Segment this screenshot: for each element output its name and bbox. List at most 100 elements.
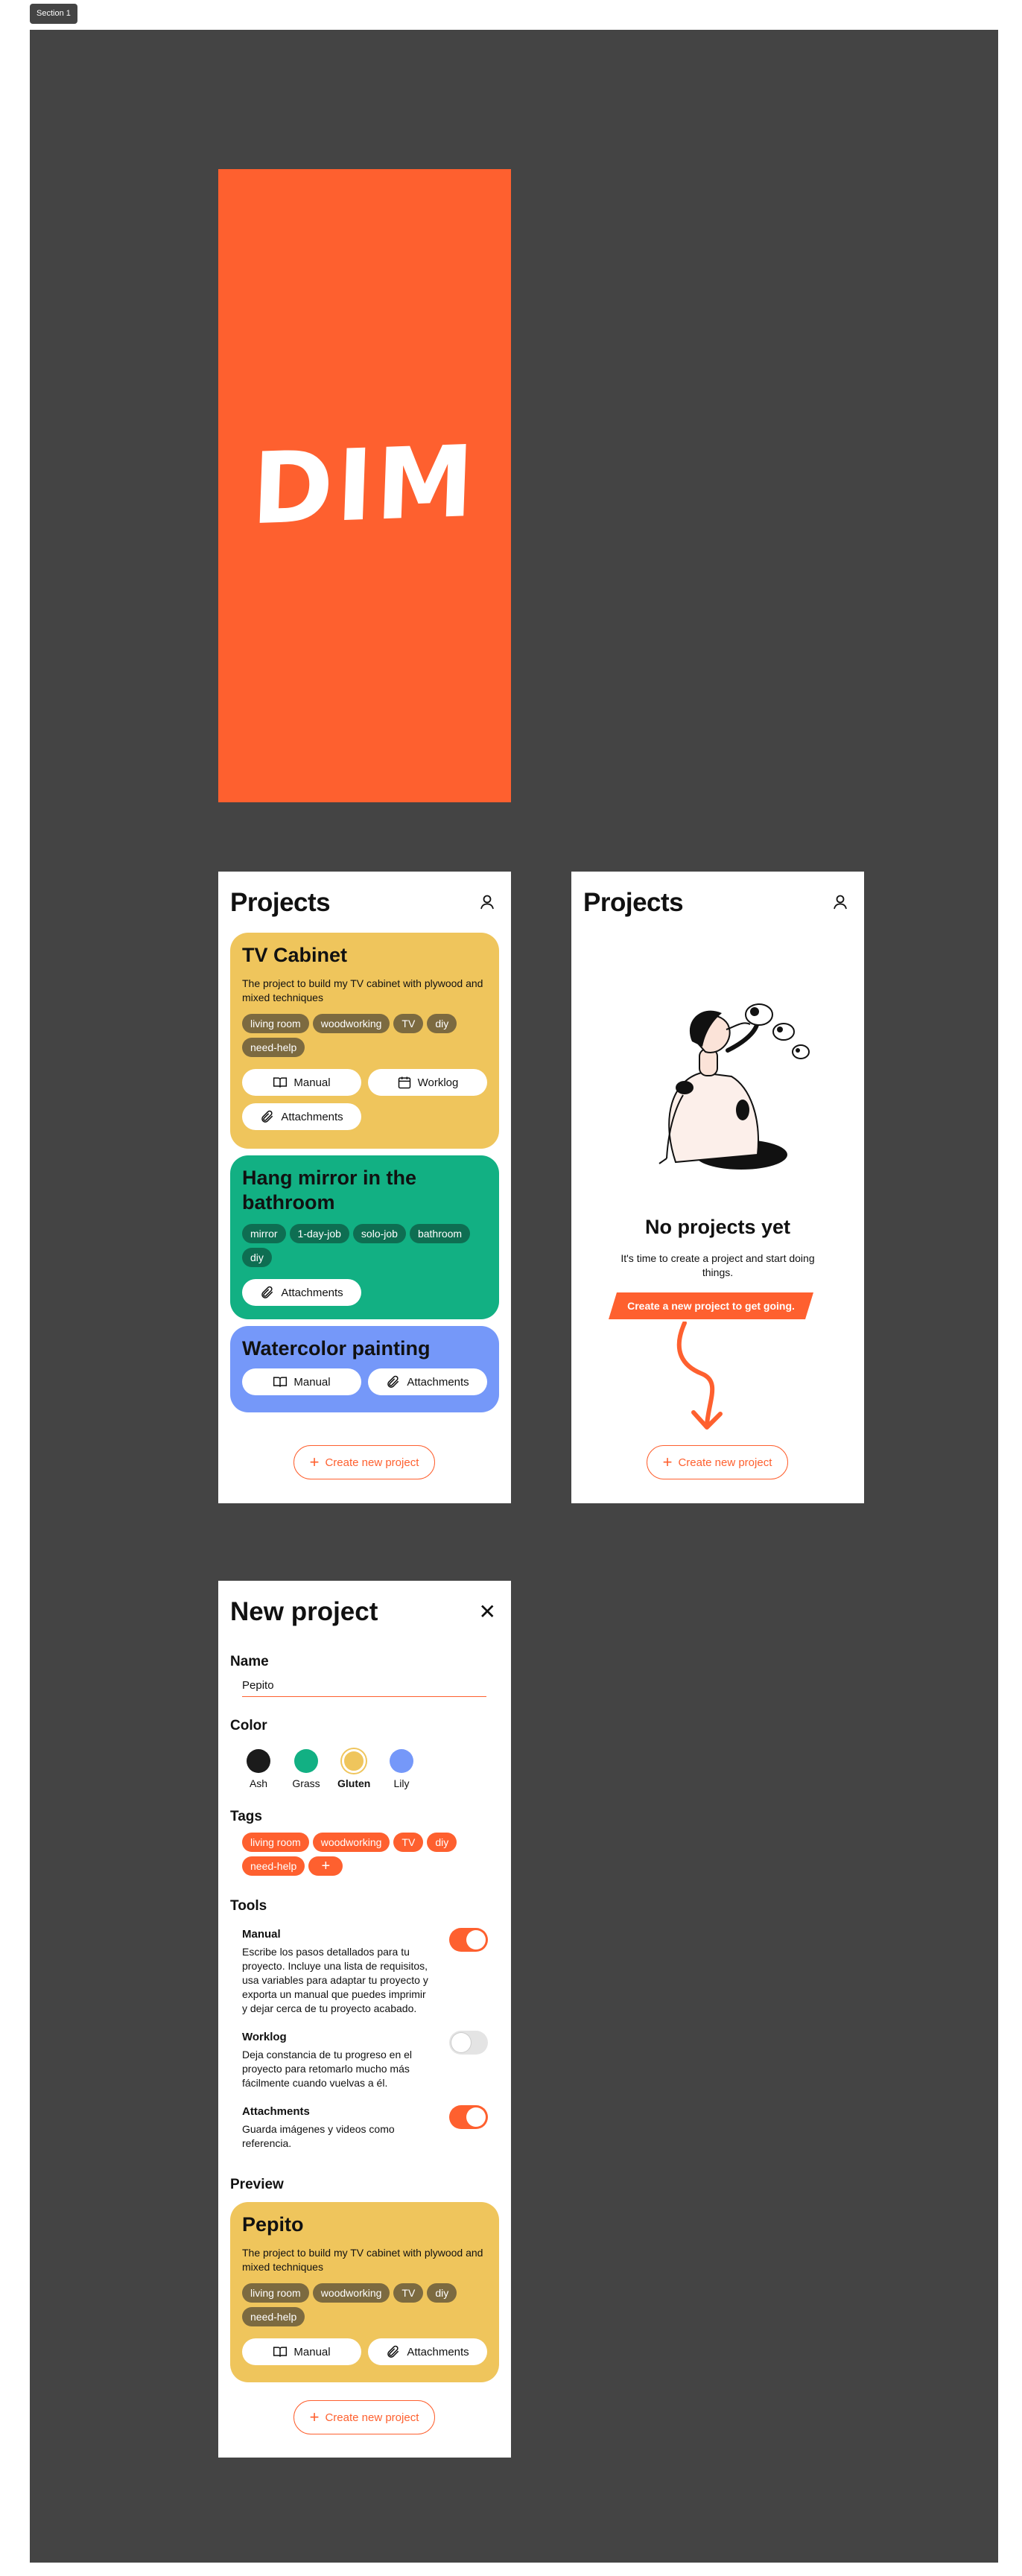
tool-attachments: Attachments Guarda imágenes y videos com… — [242, 2105, 488, 2151]
attachments-button[interactable]: Attachments — [368, 2338, 487, 2365]
app-logo: DIM — [250, 424, 480, 548]
tag-list: living room woodworking TV diy need-help — [242, 2283, 487, 2326]
button-label: Manual — [293, 2345, 331, 2358]
tag: 1-day-job — [289, 1224, 349, 1243]
create-project-button[interactable]: + Create new project — [293, 1445, 435, 1479]
card-description: The project to build my TV cabinet with … — [242, 977, 483, 1003]
paperclip-icon — [387, 2345, 399, 2358]
tool-buttons: Manual Attachments — [242, 2338, 487, 2365]
toggle-knob — [451, 2033, 471, 2052]
add-tag-button[interactable]: + — [308, 1856, 343, 1876]
card-title: Hang mirror in the bathroom — [242, 1167, 417, 1214]
tag[interactable]: woodworking — [312, 1833, 390, 1852]
button-label: Manual — [293, 1076, 331, 1089]
tag: bathroom — [409, 1224, 471, 1243]
color-picker: Ash Grass Gluten Lily — [242, 1749, 418, 1789]
splash-screen: DIM — [218, 169, 511, 802]
button-label: Worklog — [417, 1076, 459, 1089]
tag[interactable]: living room — [242, 1833, 309, 1852]
tag[interactable]: need-help — [242, 1856, 305, 1876]
button-label: Create new project — [678, 1456, 772, 1469]
arrow-down-icon — [676, 1322, 723, 1430]
tag[interactable]: TV — [393, 1833, 424, 1852]
color-swatch — [294, 1749, 318, 1773]
tool-description: Guarda imágenes y videos como referencia… — [242, 2123, 395, 2149]
button-label: Attachments — [281, 1286, 343, 1299]
tag: woodworking — [312, 1014, 390, 1033]
paperclip-icon — [387, 1375, 399, 1388]
project-card-hang-mirror[interactable]: Hang mirror in the bathroom mirror 1-day… — [230, 1155, 499, 1319]
attachments-toggle[interactable] — [449, 2105, 488, 2129]
button-label: Attachments — [407, 1375, 469, 1389]
tag-editor: living room woodworking TV diy need-help… — [242, 1833, 495, 1876]
tool-buttons: Attachments — [242, 1279, 487, 1306]
tags-label: Tags — [230, 1809, 262, 1824]
tag: need-help — [242, 1038, 305, 1057]
manual-toggle[interactable] — [449, 1928, 488, 1952]
attachments-button[interactable]: Attachments — [368, 1368, 487, 1395]
tag: diy — [427, 2283, 457, 2303]
button-label: Attachments — [281, 1110, 343, 1123]
projects-screen: Projects TV Cabinet The project to build… — [218, 872, 511, 1503]
tag-list: living room woodworking TV diy need-help — [242, 1014, 487, 1057]
manual-button[interactable]: Manual — [242, 2338, 361, 2365]
color-option-ash[interactable]: Ash — [242, 1749, 275, 1789]
book-icon — [273, 1377, 288, 1387]
worklog-toggle[interactable] — [449, 2031, 488, 2055]
paperclip-icon — [261, 1110, 273, 1123]
color-name: Gluten — [337, 1777, 371, 1789]
book-icon — [273, 1077, 288, 1088]
color-option-gluten[interactable]: Gluten — [337, 1749, 370, 1789]
manual-button[interactable]: Manual — [242, 1368, 361, 1395]
manual-button[interactable]: Manual — [242, 1069, 361, 1096]
preview-label: Preview — [230, 2177, 284, 2192]
tool-buttons: Manual Attachments — [242, 1368, 487, 1395]
color-swatch — [390, 1749, 413, 1773]
design-canvas: DIM Projects TV Cabinet The project to b… — [30, 30, 998, 2563]
color-name: Grass — [292, 1777, 320, 1789]
user-icon[interactable] — [831, 893, 849, 911]
attachments-button[interactable]: Attachments — [242, 1103, 361, 1130]
tag: solo-job — [352, 1224, 406, 1243]
user-icon[interactable] — [478, 893, 496, 911]
card-title: TV Cabinet — [242, 944, 348, 966]
section-label: Section 1 — [30, 4, 77, 24]
button-label: Create new project — [325, 1456, 419, 1469]
close-icon[interactable]: ✕ — [479, 1602, 496, 1622]
create-project-button[interactable]: + Create new project — [293, 2400, 435, 2434]
color-option-lily[interactable]: Lily — [385, 1749, 418, 1789]
tag: diy — [427, 1014, 457, 1033]
empty-state-heading: No projects yet — [644, 1216, 791, 1238]
project-card-tv-cabinet[interactable]: TV Cabinet The project to build my TV ca… — [230, 933, 499, 1149]
tool-buttons: Manual Worklog Attachments — [242, 1069, 487, 1130]
color-swatch — [247, 1749, 270, 1773]
button-label: Manual — [293, 1375, 331, 1389]
color-name: Ash — [249, 1777, 268, 1789]
color-name: Lily — [393, 1777, 410, 1789]
plus-icon: + — [309, 2408, 320, 2426]
attachments-button[interactable]: Attachments — [242, 1279, 361, 1306]
create-project-button[interactable]: + Create new project — [647, 1445, 788, 1479]
name-field[interactable]: Pepito — [242, 1679, 486, 1697]
page-title: Projects — [583, 888, 684, 917]
worklog-button[interactable]: Worklog — [368, 1069, 487, 1096]
tag[interactable]: diy — [427, 1833, 457, 1852]
project-card-watercolor[interactable]: Watercolor painting Manual Attachments — [230, 1326, 499, 1412]
tag: living room — [242, 2283, 309, 2303]
book-icon — [273, 2347, 288, 2357]
name-label: Name — [230, 1654, 269, 1669]
paperclip-icon — [261, 1286, 273, 1298]
toggle-knob — [466, 1930, 486, 1950]
tools-label: Tools — [230, 1898, 267, 1914]
color-option-grass[interactable]: Grass — [290, 1749, 323, 1789]
color-label: Color — [230, 1718, 267, 1733]
tag: need-help — [242, 2307, 305, 2326]
tag: living room — [242, 1014, 309, 1033]
plus-icon: + — [309, 1453, 320, 1471]
card-description: The project to build my TV cabinet with … — [242, 2247, 483, 2273]
tag: mirror — [242, 1224, 286, 1243]
card-title: Pepito — [242, 2213, 304, 2236]
tag: TV — [393, 2283, 424, 2303]
tool-description: Deja constancia de tu progreso en el pro… — [242, 2049, 413, 2089]
preview-card: Pepito The project to build my TV cabine… — [230, 2202, 499, 2382]
